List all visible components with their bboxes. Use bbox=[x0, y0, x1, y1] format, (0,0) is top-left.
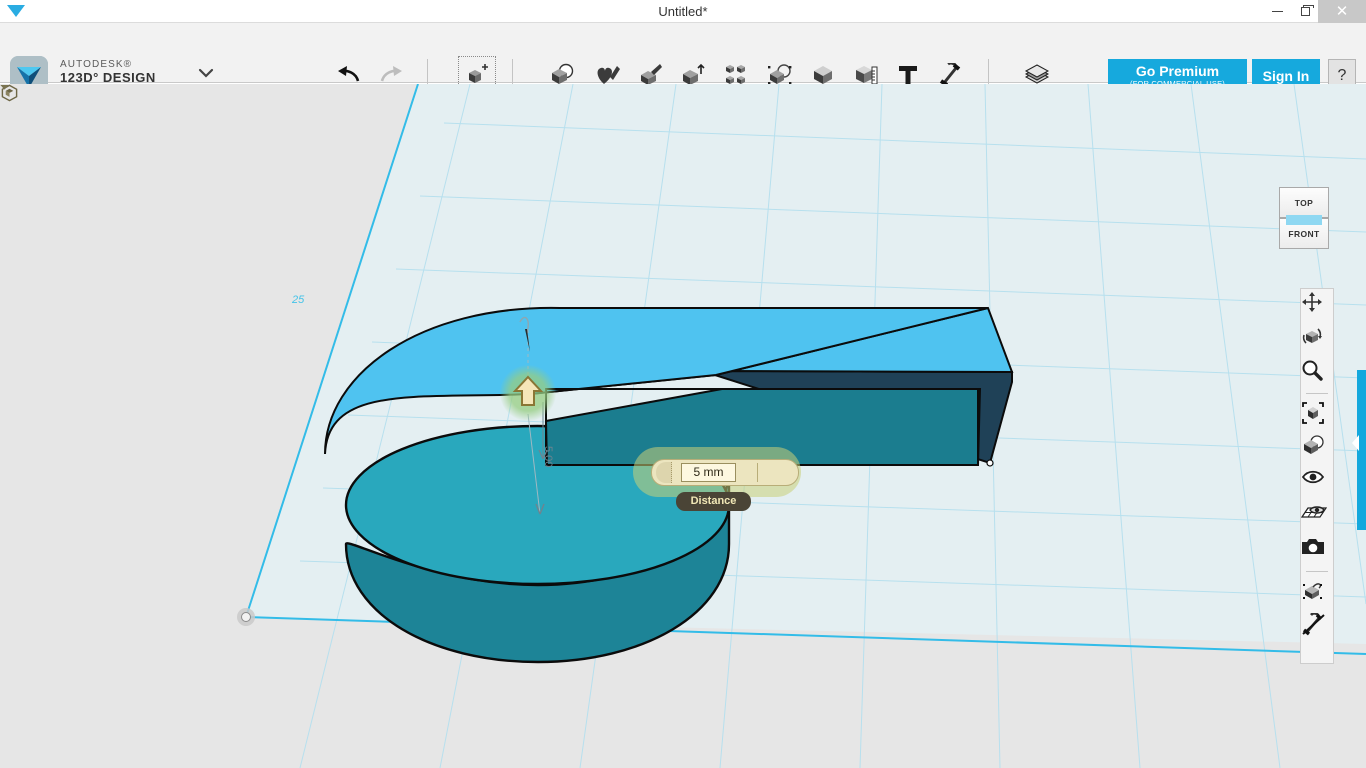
widget-divider bbox=[757, 463, 758, 482]
magnet-off-icon bbox=[1302, 613, 1325, 636]
smart-scale-tool[interactable] bbox=[1301, 579, 1333, 613]
brand-text: AUTODESK® 123D° DESIGN bbox=[60, 59, 156, 85]
profile-endpoint bbox=[986, 459, 994, 467]
restore-button[interactable] bbox=[1290, 0, 1320, 23]
title-bar: Untitled* ✕ bbox=[0, 0, 1366, 23]
scene-3d bbox=[237, 84, 1366, 768]
minimize-button[interactable] bbox=[1262, 0, 1292, 23]
cube-fit-brackets-icon bbox=[1302, 402, 1324, 424]
rail-separator bbox=[1306, 571, 1328, 572]
rail-separator bbox=[1306, 393, 1328, 394]
extrude-up-arrow-icon[interactable] bbox=[512, 374, 544, 410]
view-cube-highlight-band bbox=[1286, 215, 1322, 225]
origin-handle-icon[interactable] bbox=[237, 608, 255, 626]
view-tool-rail bbox=[1300, 288, 1334, 664]
eye-icon bbox=[1301, 470, 1325, 484]
pan-tool[interactable] bbox=[1301, 291, 1333, 325]
chevron-left-icon[interactable] bbox=[1352, 435, 1359, 451]
drag-grip-icon[interactable] bbox=[656, 462, 672, 483]
magnifier-icon bbox=[1302, 360, 1323, 381]
window-title: Untitled* bbox=[658, 4, 708, 19]
grid-visibility-tool[interactable] bbox=[1301, 503, 1333, 537]
fit-tool[interactable] bbox=[1301, 401, 1333, 435]
visibility-tool[interactable] bbox=[1301, 469, 1333, 503]
chevron-down-icon[interactable] bbox=[198, 68, 214, 78]
viewport-canvas[interactable]: 5.00 25 25 5 mm Distance TOP FRONT bbox=[0, 84, 1366, 768]
camera-icon bbox=[1302, 539, 1324, 554]
distance-input[interactable]: 5 mm bbox=[681, 463, 736, 482]
close-button[interactable]: ✕ bbox=[1318, 0, 1366, 23]
redo-arrow-icon bbox=[380, 66, 402, 82]
distance-tooltip: Distance bbox=[676, 492, 751, 511]
undo-arrow-icon bbox=[338, 66, 360, 82]
grid-label-left: 25 bbox=[292, 294, 305, 306]
four-way-arrows-icon bbox=[1302, 292, 1322, 312]
zoom-tool[interactable] bbox=[1301, 359, 1333, 393]
view-cube-top-face[interactable]: TOP bbox=[1279, 187, 1329, 218]
cube-smart-scale-icon bbox=[1303, 583, 1322, 599]
view-cube[interactable]: TOP FRONT bbox=[1279, 187, 1329, 250]
app-toolbar: AUTODESK® 123D° DESIGN Go Premium Sign I… bbox=[0, 23, 1366, 94]
cube-orbit-icon bbox=[1302, 328, 1322, 344]
cube-sphere-shade-icon bbox=[1304, 435, 1324, 454]
manipulator-dimension-label: 5.00 bbox=[542, 446, 554, 468]
brand-superline: AUTODESK® bbox=[60, 59, 133, 70]
view-style-tool[interactable] bbox=[1301, 435, 1333, 469]
snap-toggle-tool[interactable] bbox=[1301, 613, 1333, 647]
orbit-tool[interactable] bbox=[1301, 325, 1333, 359]
snapshot-tool[interactable] bbox=[1301, 537, 1333, 571]
chevron-down-icon[interactable] bbox=[0, 84, 9, 91]
go-premium-label: Go Premium bbox=[1135, 63, 1220, 80]
grid-eye-icon bbox=[1301, 506, 1327, 518]
